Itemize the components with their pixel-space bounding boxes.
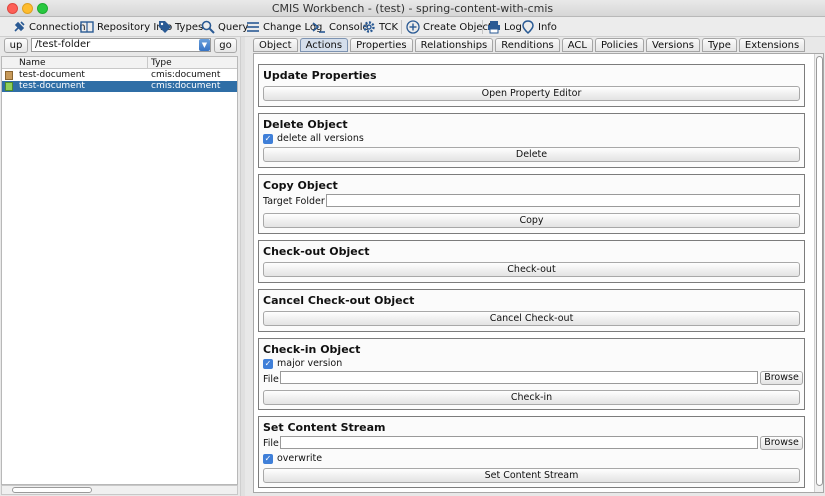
checkin-button[interactable]: Check-in [263, 390, 800, 405]
connection-button[interactable]: Connection [12, 18, 86, 36]
panel-title: Check-out Object [263, 245, 370, 258]
window-title: CMIS Workbench - (test) - spring-content… [271, 2, 554, 15]
folder-contents-table: Name Type test-document cmis:document te… [1, 56, 238, 485]
tab-actions[interactable]: Actions [299, 38, 349, 52]
delete-button[interactable]: Delete [263, 147, 800, 162]
row-name: test-document [19, 81, 85, 91]
info-button[interactable]: Info [521, 18, 557, 36]
panel-title: Check-in Object [263, 343, 361, 356]
tck-label: TCK [379, 21, 399, 33]
scrollbar-thumb[interactable] [816, 56, 823, 486]
console-button[interactable]: Console [312, 18, 369, 36]
panel-title: Copy Object [263, 179, 338, 192]
create-object-button[interactable]: Create Object [406, 18, 492, 36]
checkin-panel: Check-in Object ✓ major version File: Br… [258, 338, 805, 410]
tab-object[interactable]: Object [253, 38, 298, 52]
tab-renditions[interactable]: Renditions [495, 38, 560, 52]
log-label: Log [504, 21, 522, 33]
tab-type[interactable]: Type [701, 38, 737, 52]
major-version-checkbox[interactable]: ✓ major version [263, 358, 342, 369]
table-row-selected[interactable]: test-document cmis:document [2, 81, 237, 92]
table-row[interactable]: test-document cmis:document [2, 70, 237, 81]
checkbox-label: major version [277, 358, 343, 369]
checkmark-icon: ✓ [263, 133, 273, 144]
folder-path-input[interactable]: /test-folder [31, 38, 211, 52]
book-icon [80, 20, 94, 34]
document-icon [5, 71, 13, 80]
checkbox-label: delete all versions [277, 133, 364, 144]
content-browse-button[interactable]: Browse [760, 436, 803, 450]
types-button[interactable]: Types [158, 18, 203, 36]
set-content-stream-panel: Set Content Stream File: Browse ✓ overwr… [258, 416, 805, 488]
folder-navigator: up /test-folder ▼ go Name Type test-docu… [0, 37, 240, 496]
terminal-icon [312, 20, 326, 34]
open-property-editor-button[interactable]: Open Property Editor [263, 86, 800, 101]
go-button[interactable]: go [214, 38, 237, 53]
table-header: Name Type [2, 57, 237, 69]
target-folder-id-input[interactable] [326, 194, 800, 207]
update-properties-panel: Update Properties Open Property Editor [258, 64, 805, 107]
column-header-type[interactable]: Type [148, 57, 237, 69]
printer-icon [487, 20, 501, 34]
panel-title: Update Properties [263, 69, 377, 82]
panel-title: Cancel Check-out Object [263, 294, 415, 307]
overwrite-checkbox[interactable]: ✓ overwrite [263, 453, 322, 464]
details-pane: Object Actions Properties Relationships … [245, 37, 825, 496]
info-label: Info [538, 21, 557, 33]
content-file-input[interactable] [280, 436, 758, 449]
checkin-browse-button[interactable]: Browse [760, 371, 803, 385]
row-name: test-document [19, 70, 85, 80]
cancel-checkout-panel: Cancel Check-out Object Cancel Check-out [258, 289, 805, 332]
connection-label: Connection [29, 21, 86, 33]
info-pin-icon [521, 20, 535, 34]
types-label: Types [175, 21, 204, 33]
document-icon [5, 82, 13, 91]
copy-object-panel: Copy Object Target Folder Id: Copy [258, 174, 805, 234]
checkout-panel: Check-out Object Check-out [258, 240, 805, 283]
list-icon [246, 20, 260, 34]
tab-relationships[interactable]: Relationships [414, 38, 494, 52]
tab-properties[interactable]: Properties [350, 38, 413, 52]
column-header-name[interactable]: Name [16, 57, 148, 69]
checkbox-label: overwrite [277, 453, 323, 464]
gear-icon [362, 20, 376, 34]
tck-button[interactable]: TCK [362, 18, 398, 36]
main-toolbar: Connection Repository Info Types Query C… [0, 17, 825, 37]
checkmark-icon: ✓ [263, 358, 273, 369]
delete-object-panel: Delete Object ✓ delete all versions Dele… [258, 113, 805, 168]
query-label: Query [218, 21, 249, 33]
vertical-scrollbar[interactable] [814, 54, 823, 492]
change-log-button[interactable]: Change Log [246, 18, 322, 36]
title-bar: CMIS Workbench - (test) - spring-content… [0, 0, 825, 17]
plus-circle-icon [406, 20, 420, 34]
copy-button[interactable]: Copy [263, 213, 800, 228]
plug-icon [12, 20, 26, 34]
tag-icon [158, 20, 172, 34]
panel-title: Set Content Stream [263, 421, 386, 434]
row-type: cmis:document [151, 70, 221, 80]
panel-title: Delete Object [263, 118, 348, 131]
toolbar-separator [482, 20, 483, 34]
tab-extensions[interactable]: Extensions [738, 38, 806, 52]
horizontal-scrollbar[interactable] [1, 485, 238, 495]
toolbar-separator [401, 20, 402, 34]
delete-all-versions-checkbox[interactable]: ✓ delete all versions [263, 133, 364, 144]
tab-versions[interactable]: Versions [645, 38, 700, 52]
search-icon [201, 20, 215, 34]
checkout-button[interactable]: Check-out [263, 262, 800, 277]
up-button[interactable]: up [4, 38, 28, 53]
log-button[interactable]: Log [487, 18, 522, 36]
set-content-stream-button[interactable]: Set Content Stream [263, 468, 800, 483]
tab-policies[interactable]: Policies [594, 38, 644, 52]
path-dropdown-icon[interactable]: ▼ [199, 39, 210, 51]
cancel-checkout-button[interactable]: Cancel Check-out [263, 311, 800, 326]
actions-content: Update Properties Open Property Editor D… [253, 53, 824, 493]
checkmark-icon: ✓ [263, 453, 273, 464]
scrollbar-thumb[interactable] [12, 487, 92, 493]
details-tabs: Object Actions Properties Relationships … [253, 38, 807, 53]
query-button[interactable]: Query [201, 18, 248, 36]
tab-acl[interactable]: ACL [561, 38, 593, 52]
row-type: cmis:document [151, 81, 221, 91]
checkin-file-input[interactable] [280, 371, 758, 384]
